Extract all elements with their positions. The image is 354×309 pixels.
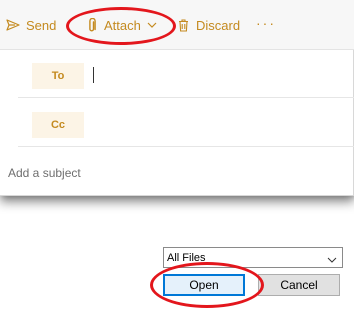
- file-type-value: All Files: [167, 252, 206, 264]
- compose-window: Send Attach Discard ··· To Cc Add a subj…: [0, 0, 354, 196]
- send-button[interactable]: Send: [6, 14, 56, 36]
- ellipsis-icon: ···: [256, 15, 276, 31]
- to-button[interactable]: To: [32, 63, 84, 89]
- open-button[interactable]: Open: [163, 274, 245, 296]
- send-icon: [6, 19, 20, 31]
- compose-toolbar: Send Attach Discard ···: [0, 0, 354, 50]
- attach-button[interactable]: Attach: [88, 14, 157, 36]
- send-label: Send: [26, 17, 57, 33]
- more-options-button[interactable]: ···: [256, 12, 276, 34]
- attach-label: Attach: [104, 17, 141, 33]
- cc-button[interactable]: Cc: [32, 112, 84, 138]
- cancel-button[interactable]: Cancel: [258, 274, 340, 296]
- file-type-select[interactable]: All Files: [163, 247, 343, 268]
- chevron-down-icon: [327, 254, 337, 266]
- discard-button[interactable]: Discard: [178, 14, 240, 36]
- cc-field-row: Cc: [18, 101, 354, 147]
- subject-field[interactable]: Add a subject: [0, 150, 354, 196]
- discard-label: Discard: [196, 17, 241, 33]
- chevron-down-icon[interactable]: [147, 22, 157, 28]
- to-field-row: To: [18, 52, 354, 98]
- to-input-cursor[interactable]: [93, 67, 94, 83]
- paperclip-icon: [88, 17, 96, 33]
- subject-placeholder: Add a subject: [8, 166, 81, 180]
- trash-icon: [178, 18, 189, 32]
